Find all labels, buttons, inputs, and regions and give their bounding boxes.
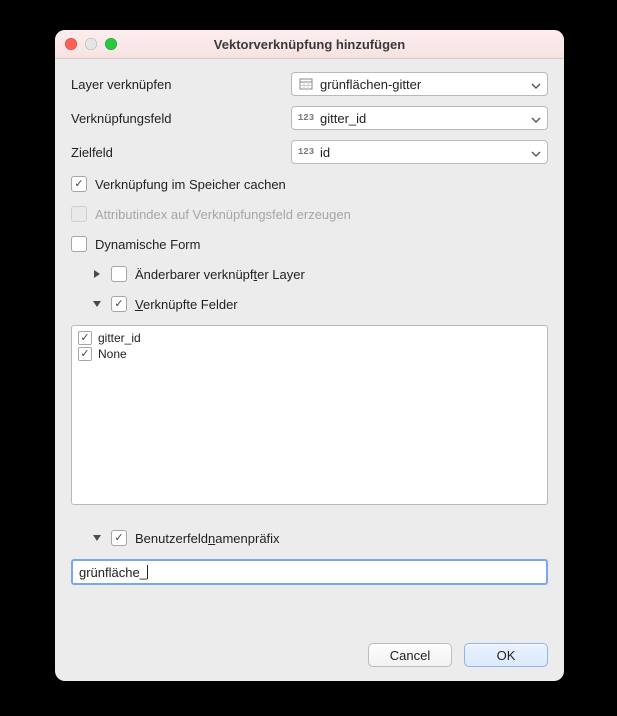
prefix-input[interactable]: grünfläche_ xyxy=(71,559,548,585)
disclosure-expanded-icon[interactable] xyxy=(91,532,103,544)
checkbox-field[interactable] xyxy=(78,331,92,345)
cancel-button[interactable]: Cancel xyxy=(368,643,452,667)
combo-target-field[interactable]: 123 id xyxy=(291,140,548,164)
field-name: gitter_id xyxy=(98,331,141,345)
field-name: None xyxy=(98,347,127,361)
label-prefix: Benutzerfeldnamenpräfix xyxy=(135,531,280,546)
row-cache-join: Verknüpfung im Speicher cachen xyxy=(71,173,548,195)
row-join-layer: Layer verknüpfen grünflächen-gitter xyxy=(71,71,548,97)
row-create-index: Attributindex auf Verknüpfungsfeld erzeu… xyxy=(71,203,548,225)
list-item[interactable]: None xyxy=(78,346,541,362)
layer-icon xyxy=(298,77,314,91)
prefix-input-value: grünfläche_ xyxy=(79,565,147,580)
row-joined-fields: Verknüpfte Felder xyxy=(71,293,548,315)
combo-join-field-value: gitter_id xyxy=(320,111,531,126)
disclosure-collapsed-icon[interactable] xyxy=(91,268,103,280)
label-editable-layer: Änderbarer verknüpfter Layer xyxy=(135,267,305,282)
checkbox-dynamic-form[interactable] xyxy=(71,236,87,252)
titlebar: Vektorverknüpfung hinzufügen xyxy=(55,30,564,59)
disclosure-expanded-icon[interactable] xyxy=(91,298,103,310)
combo-target-field-value: id xyxy=(320,145,531,160)
integer-field-icon: 123 xyxy=(298,145,314,159)
label-joined-fields: Verknüpfte Felder xyxy=(135,297,238,312)
combo-join-field[interactable]: 123 gitter_id xyxy=(291,106,548,130)
joined-fields-list[interactable]: gitter_id None xyxy=(71,325,548,505)
row-dynamic-form: Dynamische Form xyxy=(71,233,548,255)
checkbox-joined-fields[interactable] xyxy=(111,296,127,312)
label-create-index: Attributindex auf Verknüpfungsfeld erzeu… xyxy=(95,207,351,222)
row-prefix: Benutzerfeldnamenpräfix xyxy=(71,527,548,549)
combo-join-layer[interactable]: grünflächen-gitter xyxy=(291,72,548,96)
integer-field-icon: 123 xyxy=(298,111,314,125)
chevron-down-icon xyxy=(531,111,541,126)
ok-button[interactable]: OK xyxy=(464,643,548,667)
dialog-window: Vektorverknüpfung hinzufügen Layer verkn… xyxy=(55,30,564,681)
button-bar: Cancel OK xyxy=(71,633,548,667)
row-editable-layer: Änderbarer verknüpfter Layer xyxy=(71,263,548,285)
chevron-down-icon xyxy=(531,145,541,160)
window-title: Vektorverknüpfung hinzufügen xyxy=(55,37,564,52)
checkbox-cache-join[interactable] xyxy=(71,176,87,192)
combo-join-layer-value: grünflächen-gitter xyxy=(320,77,531,92)
label-join-layer: Layer verknüpfen xyxy=(71,77,281,92)
label-target-field: Zielfeld xyxy=(71,145,281,160)
checkbox-create-index xyxy=(71,206,87,222)
row-join-field: Verknüpfungsfeld 123 gitter_id xyxy=(71,105,548,131)
label-dynamic-form: Dynamische Form xyxy=(95,237,200,252)
checkbox-editable-layer[interactable] xyxy=(111,266,127,282)
label-cache-join: Verknüpfung im Speicher cachen xyxy=(95,177,286,192)
checkbox-field[interactable] xyxy=(78,347,92,361)
chevron-down-icon xyxy=(531,77,541,92)
dialog-content: Layer verknüpfen grünflächen-gitter xyxy=(55,59,564,681)
label-join-field: Verknüpfungsfeld xyxy=(71,111,281,126)
checkbox-prefix[interactable] xyxy=(111,530,127,546)
list-item[interactable]: gitter_id xyxy=(78,330,541,346)
text-caret xyxy=(147,565,148,579)
row-target-field: Zielfeld 123 id xyxy=(71,139,548,165)
